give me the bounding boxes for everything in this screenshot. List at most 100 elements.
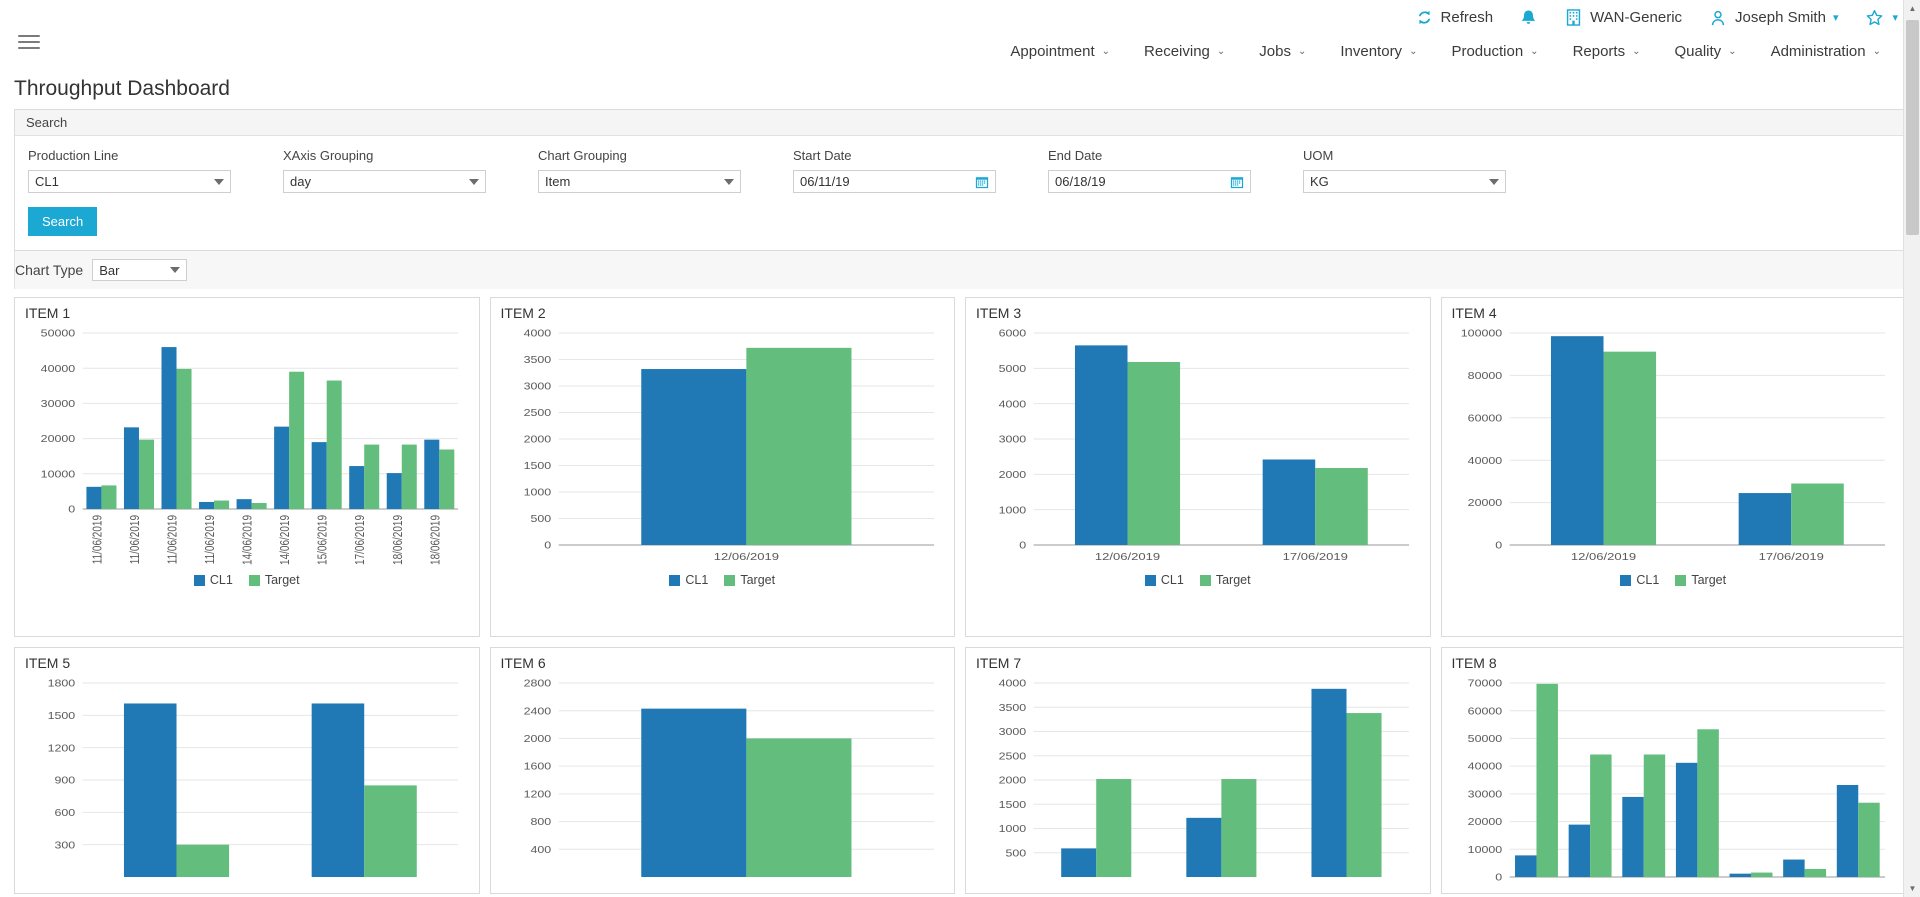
search-field-production-line: Production Line CL1 [28,148,283,193]
dropdown-select[interactable]: Item [538,170,741,193]
chart-type-row: Chart Type Bar [14,251,1906,289]
nav-item-label: Jobs [1259,43,1291,60]
svg-text:40000: 40000 [1467,456,1502,467]
svg-text:800: 800 [530,817,551,828]
chevron-down-icon [1489,178,1499,185]
field-label: Production Line [28,148,119,163]
calendar-icon[interactable] [975,175,989,189]
chart-card: ITEM 6 400 800 1200 1600 2000 2400 2800 [489,647,955,894]
svg-text:12/06/2019: 12/06/2019 [1570,550,1636,562]
field-label: Chart Grouping [538,148,627,163]
legend-item[interactable]: CL1 [193,573,233,587]
legend-label: Target [1215,573,1251,587]
nav-item-inventory[interactable]: Inventory ⌄ [1323,43,1434,60]
svg-text:60000: 60000 [1467,413,1502,424]
organization-selector[interactable]: WAN-Generic [1564,8,1682,27]
svg-text:400: 400 [530,845,551,856]
legend-swatch [724,574,736,586]
legend-item[interactable]: CL1 [1620,573,1659,587]
plot-area: 0 20000 40000 60000 80000 100000 12/06/2019 17/… [1450,323,1898,571]
legend-swatch [1675,574,1687,586]
svg-text:2000: 2000 [999,776,1027,787]
dropdown-select[interactable]: KG [1303,170,1506,193]
field-value: Item [545,174,571,189]
dropdown-select[interactable]: CL1 [28,170,231,193]
legend-item[interactable]: Target [724,573,775,587]
nav-item-reports[interactable]: Reports ⌄ [1556,43,1658,60]
chart-type-label: Chart Type [15,262,84,278]
scroll-down-icon[interactable]: ▼ [1904,880,1920,897]
user-menu[interactable]: Joseph Smith ▾ [1708,8,1838,28]
legend-item[interactable]: CL1 [669,573,708,587]
nav-item-quality[interactable]: Quality ⌄ [1657,43,1753,60]
field-value: 06/18/19 [1055,174,1106,189]
legend-item[interactable]: Target [1199,573,1251,587]
chart-plot: 0 500 1000 1500 2000 2500 3000 3500 4000 12/06/20… [523,329,934,563]
nav-item-label: Administration [1770,43,1866,60]
chart-legend: CL1 Target [499,573,947,587]
page-title: Throughput Dashboard [14,77,230,100]
nav-item-receiving[interactable]: Receiving ⌄ [1127,43,1242,60]
chevron-down-icon [214,178,224,185]
search-field-end-date: End Date 06/18/19 [1048,148,1303,193]
svg-text:0: 0 [1019,541,1026,552]
refresh-button[interactable]: Refresh [1415,8,1493,27]
chart-plot: 0 1000 2000 3000 4000 5000 6000 12/06/2019 17/06… [999,329,1410,563]
svg-text:2500: 2500 [999,751,1027,762]
svg-text:2400: 2400 [523,706,551,717]
scrollbar-thumb[interactable] [1906,20,1919,235]
nav-item-administration[interactable]: Administration ⌄ [1754,43,1898,60]
field-label: End Date [1048,148,1103,163]
chart-type-select[interactable]: Bar [92,259,188,281]
calendar-icon[interactable] [1230,175,1244,189]
notifications-button[interactable] [1519,8,1538,28]
chart-card: ITEM 1 0 10000 20000 30000 40000 50000 11/06/20… [14,297,480,637]
svg-text:300: 300 [54,840,75,851]
search-field-xaxis-grouping: XAxis Grouping day [283,148,538,193]
organization-label: WAN-Generic [1590,9,1683,26]
svg-text:1000: 1000 [999,824,1027,835]
hamburger-icon-line [18,41,40,43]
page-scrollbar[interactable]: ▲ ▼ [1903,0,1920,897]
date-input[interactable]: 06/11/19 [793,170,996,193]
svg-text:1000: 1000 [523,488,551,499]
legend-label: CL1 [209,573,233,587]
chart-card: ITEM 3 0 1000 2000 3000 4000 5000 6000 12/06/201… [965,297,1431,637]
search-button[interactable]: Search [28,207,98,236]
chart-legend: CL1 Target [23,573,471,587]
nav-item-jobs[interactable]: Jobs ⌄ [1242,43,1323,60]
legend-label: CL1 [685,573,709,587]
svg-text:17/06/2019: 17/06/2019 [1283,550,1349,562]
plot-area: 0 10000 20000 30000 40000 50000 11/06/2019 11/0… [23,323,471,571]
top-utility-bar: Refresh WAN-Generic Joseph Smith ▾ ▾ [0,0,1920,35]
chevron-down-icon [170,267,181,273]
user-icon [1711,10,1725,25]
chart-title: ITEM 7 [976,655,1022,671]
chart-plot: 0 20000 40000 60000 80000 100000 12/06/2019 17/… [1460,329,1885,563]
svg-text:4000: 4000 [999,679,1027,690]
nav-item-appointment[interactable]: Appointment ⌄ [993,43,1127,60]
date-input[interactable]: 06/18/19 [1048,170,1251,193]
svg-text:500: 500 [1005,848,1026,859]
svg-text:20000: 20000 [1467,498,1502,509]
favorites-menu[interactable]: ▾ [1864,8,1898,28]
svg-text:5000: 5000 [999,364,1027,375]
legend-item[interactable]: CL1 [1144,573,1184,587]
menu-toggle-button[interactable] [18,31,40,53]
legend-swatch [669,574,681,586]
dropdown-select[interactable]: day [283,170,486,193]
svg-text:4000: 4000 [999,399,1027,410]
scroll-up-icon[interactable]: ▲ [1904,0,1920,17]
star-icon [1867,9,1883,25]
nav-item-production[interactable]: Production ⌄ [1434,43,1555,60]
svg-text:1200: 1200 [523,789,551,800]
chart-plot: 300 600 900 1200 1500 1800 [48,679,459,877]
legend-item[interactable]: Target [1675,573,1726,587]
chart-title: ITEM 2 [500,305,546,321]
chart-plot: 500 1000 1500 2000 2500 3000 3500 4000 [999,679,1410,877]
svg-text:18/06/2019: 18/06/2019 [392,515,405,565]
svg-text:15/06/2019: 15/06/2019 [317,515,330,565]
legend-item[interactable]: Target [248,573,300,587]
svg-text:20000: 20000 [1467,817,1502,828]
search-field-start-date: Start Date 06/11/19 [793,148,1048,193]
